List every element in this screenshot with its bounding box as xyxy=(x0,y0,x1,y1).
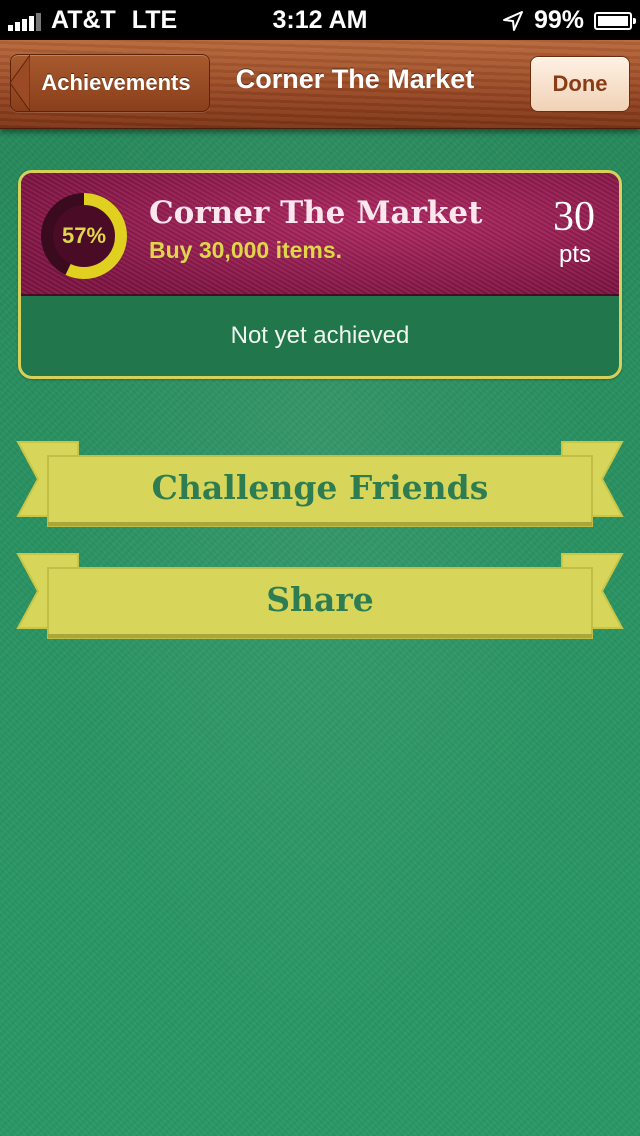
achievement-status: Not yet achieved xyxy=(230,322,410,349)
progress-percent: 57% xyxy=(61,223,107,248)
points-unit-label: pts xyxy=(558,241,591,268)
achievement-card: 57% Corner The Market Buy 30,000 items. … xyxy=(18,170,622,379)
battery-icon xyxy=(594,11,636,30)
achievement-title: Corner The Market xyxy=(149,195,483,231)
achievement-header: 57% Corner The Market Buy 30,000 items. … xyxy=(21,173,619,296)
done-button[interactable]: Done xyxy=(530,56,630,112)
achievement-description: Buy 30,000 items. xyxy=(149,237,343,263)
status-right: 99% xyxy=(502,6,636,35)
status-bar: AT&T LTE 3:12 AM 99% xyxy=(0,0,640,40)
share-label: Share xyxy=(266,580,374,619)
navigation-bar: Achievements Corner The Market Done xyxy=(0,40,640,129)
battery-fill xyxy=(598,15,628,26)
share-button[interactable]: Share xyxy=(0,548,640,648)
nav-title: Corner The Market xyxy=(235,64,475,94)
done-button-label: Done xyxy=(552,71,608,96)
battery-percent: 99% xyxy=(533,6,584,34)
back-arrow-icon xyxy=(9,54,30,112)
location-arrow-icon xyxy=(502,10,523,31)
back-button-label: Achievements xyxy=(41,70,191,95)
back-button[interactable]: Achievements xyxy=(10,54,210,112)
achievement-points: 30 xyxy=(553,194,595,240)
challenge-friends-label: Challenge Friends xyxy=(151,468,489,507)
challenge-friends-button[interactable]: Challenge Friends xyxy=(0,436,640,536)
